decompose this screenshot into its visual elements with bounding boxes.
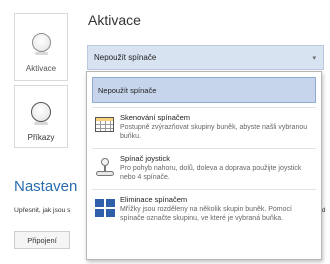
activation-dropdown[interactable]: Nepoužít spínače ▾ [87, 45, 324, 70]
switch-button-icon [31, 33, 51, 55]
menu-item-description: Pro pohyb nahoru, dolů, doleva a doprava… [120, 165, 302, 181]
dropdown-value: Nepoužít spínače [94, 53, 157, 62]
menu-item-title: Skenování spínačem [120, 113, 191, 122]
menu-item-switch-elimination[interactable]: Eliminace spínačem Mřížky jsou rozděleny… [87, 190, 321, 240]
activation-card-label: Aktivace [25, 64, 57, 73]
section-title: Aktivace [88, 12, 141, 28]
menu-item-title: Eliminace spínačem [120, 195, 188, 204]
menu-item-switch-joystick[interactable]: Spínač joystick Pro pohyb nahoru, dolů, … [87, 149, 321, 189]
activation-dropdown-menu: Nepoužít spínače Skenování spínačem Post… [86, 71, 322, 260]
menu-item-title: Spínač joystick [120, 154, 171, 163]
grid-blocks-icon [95, 199, 115, 217]
settings-description: Upřesnit, jak jsou s [14, 207, 71, 214]
menu-item-switch-scanning[interactable]: Skenování spínačem Postupně zvýrazňovat … [87, 108, 321, 148]
commands-card-label: Příkazy [27, 133, 55, 142]
menu-item-description: Mřížky jsou rozděleny na několik skupin … [120, 206, 292, 222]
menu-item-label: Nepoužít spínače [98, 86, 157, 95]
settings-heading: Nastaven [14, 178, 78, 195]
chevron-down-icon: ▾ [312, 55, 316, 62]
switch-button-icon [31, 102, 51, 125]
joystick-icon [95, 158, 115, 176]
activation-card[interactable]: Aktivace [14, 13, 68, 81]
menu-item-no-switches[interactable]: Nepoužít spínače [92, 77, 316, 103]
commands-card[interactable]: Příkazy [14, 85, 68, 148]
grid-scan-icon [95, 117, 114, 132]
connect-button[interactable]: Připojení [14, 231, 70, 249]
menu-item-description: Postupně zvýrazňovat skupiny buněk, abys… [120, 124, 308, 140]
